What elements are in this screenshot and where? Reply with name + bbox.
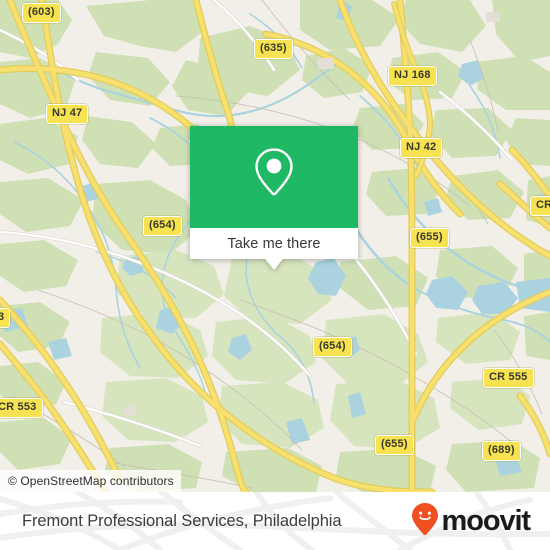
footer-bar: Fremont Professional Services, Philadelp…: [0, 492, 550, 550]
road-label: 3: [0, 308, 11, 328]
road-label: NJ 42: [400, 138, 443, 158]
map-screenshot: .grn { fill:#cfe0b4; } .grn2 { fill:#d7e…: [0, 0, 550, 550]
road-label: CR 555: [483, 368, 534, 388]
road-label: (654): [313, 337, 352, 357]
take-me-there-label: Take me there: [227, 235, 321, 252]
location-popup-card[interactable]: Take me there: [190, 126, 358, 270]
osm-attribution[interactable]: © OpenStreetMap contributors: [0, 470, 181, 492]
map-canvas[interactable]: .grn { fill:#cfe0b4; } .grn2 { fill:#d7e…: [0, 0, 550, 492]
road-label: CR: [530, 196, 550, 216]
road-label: NJ 168: [388, 66, 437, 86]
road-label: (635): [254, 39, 293, 59]
road-label: NJ 47: [46, 104, 89, 124]
page-title: Fremont Professional Services, Philadelp…: [22, 511, 342, 530]
road-label: (654): [143, 216, 182, 236]
road-label: (689): [482, 441, 521, 461]
moovit-pin-smile-icon: [411, 502, 439, 541]
take-me-there-button[interactable]: Take me there: [190, 228, 358, 270]
moovit-logo[interactable]: moovit: [411, 502, 532, 541]
road-label: CR 553: [0, 398, 43, 418]
road-label: (655): [375, 435, 414, 455]
road-label: (655): [410, 228, 449, 248]
popup-image-panel: [190, 126, 358, 228]
popup-pointer-tail: [265, 259, 283, 270]
map-pin-icon: [251, 146, 297, 209]
moovit-wordmark: moovit: [441, 504, 532, 537]
road-label: (603): [22, 3, 61, 23]
